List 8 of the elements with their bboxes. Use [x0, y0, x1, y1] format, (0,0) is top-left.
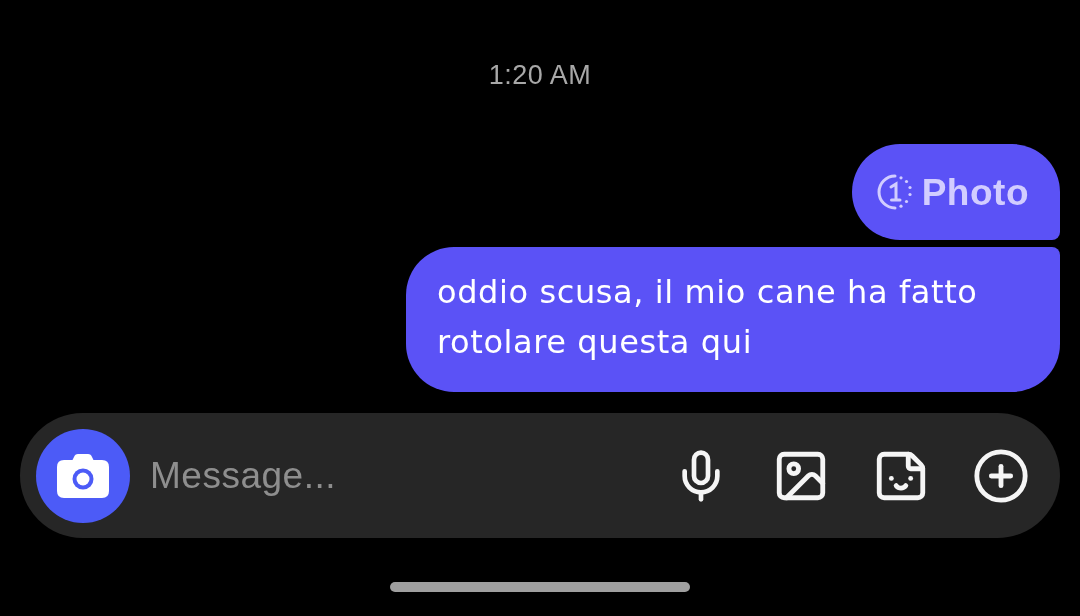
photo-message-bubble[interactable]: Photo [851, 144, 1060, 240]
view-once-icon [875, 173, 914, 211]
message-text: oddio scusa, il mio cane ha fatto rotolare questa qui [437, 272, 979, 363]
add-button[interactable] [972, 446, 1030, 505]
camera-icon [57, 453, 109, 498]
photo-label: Photo [921, 173, 1029, 211]
message-input[interactable]: Message... [150, 445, 672, 506]
message-timestamp: 1:20 AM [488, 59, 592, 91]
